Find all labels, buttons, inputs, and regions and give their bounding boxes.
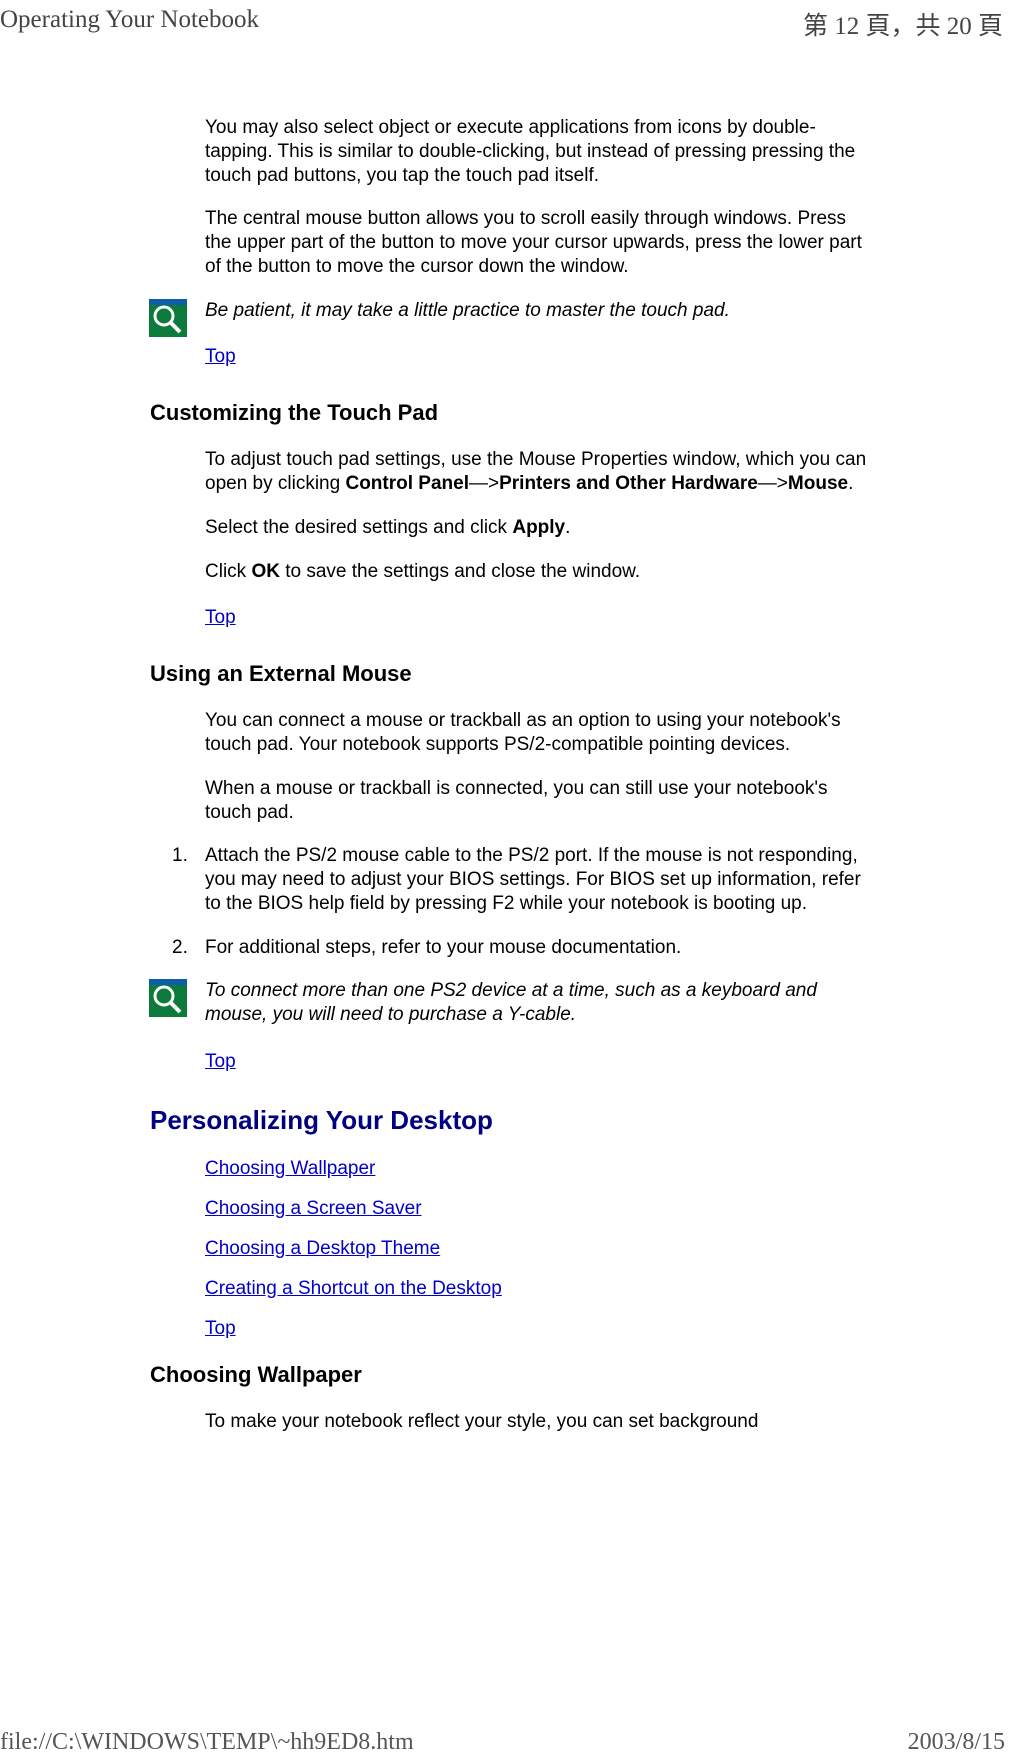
note-text-ycable: To connect more than one PS2 device at a… [205,979,875,1027]
heading-customizing: Customizing the Touch Pad [150,400,875,426]
link-wallpaper[interactable]: Choosing Wallpaper [205,1158,875,1180]
link-screensaver[interactable]: Choosing a Screen Saver [205,1198,875,1220]
intro-paragraph-2: The central mouse button allows you to s… [205,207,875,278]
heading-external-mouse: Using an External Mouse [150,661,875,687]
page-footer: file://C:\WINDOWS\TEMP\~hh9ED8.htm 2003/… [0,1729,1013,1756]
note-row-touchpad: Be patient, it may take a little practic… [150,299,875,323]
top-link-2[interactable]: Top [205,607,236,629]
magnifier-icon [149,979,187,1017]
intro-paragraph-1: You may also select object or execute ap… [205,116,875,187]
list-body-2: For additional steps, refer to your mous… [205,936,875,960]
customizing-p2: Select the desired settings and click Ap… [205,516,875,540]
header-title: Operating Your Notebook [0,6,259,42]
external-p2: When a mouse or trackball is connected, … [205,777,875,825]
link-shortcut[interactable]: Creating a Shortcut on the Desktop [205,1278,875,1300]
heading-personalizing: Personalizing Your Desktop [150,1105,875,1136]
footer-date: 2003/8/15 [908,1729,1005,1756]
customizing-p1: To adjust touch pad settings, use the Mo… [205,448,875,496]
list-number-1: 1. [172,844,205,915]
header-page-info: 第 12 頁，共 20 頁 [803,6,1003,42]
wallpaper-p1: To make your notebook reflect your style… [205,1410,875,1434]
note-row-ycable: To connect more than one PS2 device at a… [150,979,875,1027]
heading-choosing-wallpaper: Choosing Wallpaper [150,1362,875,1388]
list-item-1: 1. Attach the PS/2 mouse cable to the PS… [172,844,875,915]
top-link-1[interactable]: Top [205,346,236,368]
magnifier-icon [149,299,187,337]
list-body-1: Attach the PS/2 mouse cable to the PS/2 … [205,844,875,915]
footer-path: file://C:\WINDOWS\TEMP\~hh9ED8.htm [0,1729,414,1756]
list-number-2: 2. [172,936,205,960]
list-item-2: 2. For additional steps, refer to your m… [172,936,875,960]
top-link-3[interactable]: Top [205,1051,236,1073]
document-content: You may also select object or execute ap… [150,46,875,1494]
top-link-4[interactable]: Top [205,1318,875,1340]
customizing-p3: Click OK to save the settings and close … [205,560,875,584]
page-header: Operating Your Notebook 第 12 頁，共 20 頁 [0,0,1013,46]
external-p1: You can connect a mouse or trackball as … [205,709,875,757]
note-text-touchpad: Be patient, it may take a little practic… [205,299,875,323]
link-theme[interactable]: Choosing a Desktop Theme [205,1238,875,1260]
